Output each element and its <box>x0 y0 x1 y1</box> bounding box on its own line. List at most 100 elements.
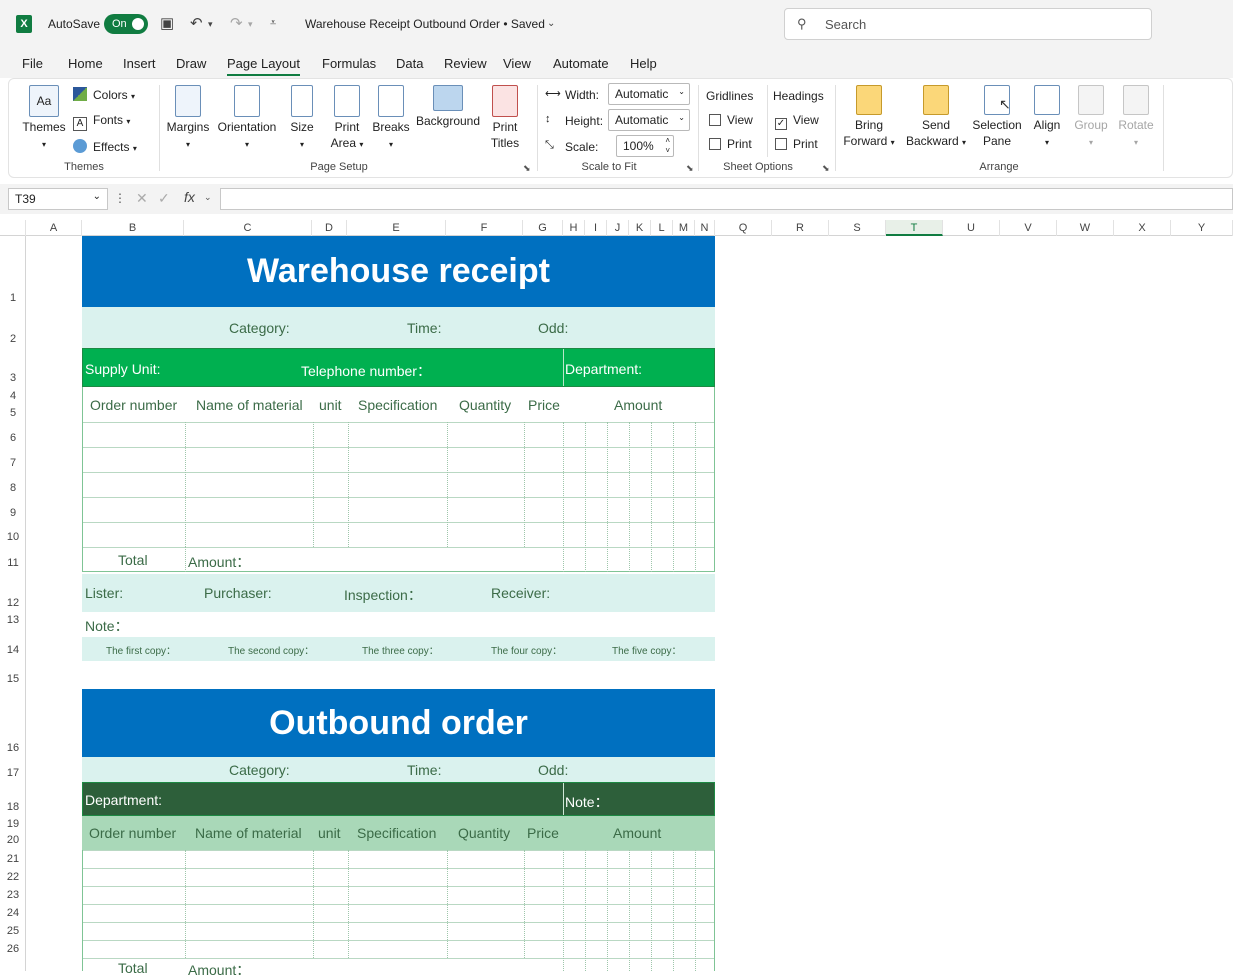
tab-insert[interactable]: Insert <box>123 56 156 71</box>
telephone-label[interactable]: Telephone number： <box>301 361 431 381</box>
row-header[interactable]: 9 <box>0 507 26 519</box>
gridlines-view-checkbox[interactable]: View <box>709 113 753 127</box>
name-box[interactable]: T39 ⌄ <box>8 188 108 210</box>
copy-label[interactable]: The three copy： <box>362 642 439 657</box>
group-button[interactable]: Group ▾ <box>1071 85 1111 151</box>
receipt-note-label[interactable]: Note： <box>85 616 129 636</box>
themes-button[interactable]: Aa Themes ▾ <box>21 85 67 153</box>
print-area-button[interactable]: Print Area ▾ <box>329 85 365 153</box>
formula-input[interactable] <box>220 188 1233 210</box>
insert-function-icon[interactable]: fx <box>184 189 195 205</box>
undo-dropdown-icon[interactable]: ▾ <box>208 19 213 30</box>
column-header[interactable]: W <box>1057 220 1114 236</box>
row-header[interactable]: 14 <box>0 644 26 656</box>
header-specification[interactable]: Specification <box>358 397 437 413</box>
inspection-label[interactable]: Inspection： <box>344 585 422 605</box>
row-header[interactable]: 16 <box>0 742 26 754</box>
width-dropdown[interactable]: Automatic ⌄ <box>608 83 690 105</box>
column-header[interactable]: X <box>1114 220 1171 236</box>
purchaser-label[interactable]: Purchaser: <box>204 585 272 601</box>
tab-data[interactable]: Data <box>396 56 423 71</box>
scale-spinner[interactable]: 100% ˄ ˅ <box>616 135 674 157</box>
more-options-icon[interactable]: ⋮ <box>114 191 126 205</box>
row-header[interactable]: 22 <box>0 871 26 883</box>
header-material-name[interactable]: Name of material <box>195 825 302 841</box>
outbound-time-label[interactable]: Time: <box>407 762 441 778</box>
column-header[interactable]: F <box>446 220 523 236</box>
save-icon[interactable]: ▣ <box>160 14 174 32</box>
size-button[interactable]: Size ▾ <box>287 85 317 153</box>
breaks-button[interactable]: Breaks ▾ <box>371 85 411 153</box>
row-header[interactable]: 1 <box>0 292 26 304</box>
column-header[interactable]: H <box>563 220 585 236</box>
copy-label[interactable]: The five copy： <box>612 642 681 657</box>
orientation-button[interactable]: Orientation ▾ <box>215 85 279 153</box>
bring-forward-button[interactable]: Bring Forward ▾ <box>841 85 897 151</box>
document-title[interactable]: Warehouse Receipt Outbound Order • Saved <box>305 17 545 31</box>
autosave-toggle[interactable]: On <box>104 14 148 34</box>
header-material-name[interactable]: Name of material <box>196 397 303 413</box>
row-header[interactable]: 10 <box>0 531 26 543</box>
header-quantity[interactable]: Quantity <box>459 397 511 413</box>
receiver-label[interactable]: Receiver: <box>491 585 550 601</box>
send-backward-button[interactable]: Send Backward ▾ <box>903 85 969 151</box>
column-header-selected[interactable]: T <box>886 220 943 236</box>
row-header[interactable]: 18 <box>0 801 26 813</box>
tab-automate[interactable]: Automate <box>553 56 609 71</box>
column-header[interactable]: S <box>829 220 886 236</box>
header-price[interactable]: Price <box>528 397 560 413</box>
tab-home[interactable]: Home <box>68 56 103 71</box>
row-header[interactable]: 11 <box>0 557 26 569</box>
header-price[interactable]: Price <box>527 825 559 841</box>
header-amount[interactable]: Amount <box>614 397 662 413</box>
fonts-button[interactable]: A Fonts ▾ <box>73 113 130 131</box>
outbound-department-label[interactable]: Department: <box>85 792 162 808</box>
outbound-data-grid[interactable]: Total Amount： <box>82 850 715 978</box>
header-order-number[interactable]: Order number <box>89 825 176 841</box>
enter-icon[interactable]: ✓ <box>158 190 170 207</box>
sheet-options-launcher-icon[interactable]: ⬊ <box>822 163 830 174</box>
column-header[interactable]: L <box>651 220 673 236</box>
cancel-icon[interactable]: ✕ <box>136 190 148 207</box>
align-button[interactable]: Align ▾ <box>1029 85 1065 151</box>
row-header[interactable]: 26 <box>0 943 26 955</box>
column-header[interactable]: I <box>585 220 607 236</box>
header-quantity[interactable]: Quantity <box>458 825 510 841</box>
receipt-category-label[interactable]: Category: <box>229 320 290 336</box>
row-header[interactable]: 19 <box>0 818 26 830</box>
outbound-category-label[interactable]: Category: <box>229 762 290 778</box>
header-amount[interactable]: Amount <box>613 825 661 841</box>
row-header[interactable]: 13 <box>0 614 26 626</box>
row-header[interactable]: 25 <box>0 925 26 937</box>
colors-button[interactable]: Colors ▾ <box>73 87 135 102</box>
effects-button[interactable]: Effects ▾ <box>73 139 137 154</box>
column-header[interactable]: D <box>312 220 347 236</box>
row-header[interactable]: 7 <box>0 457 26 469</box>
scale-launcher-icon[interactable]: ⬊ <box>686 163 694 174</box>
outbound-odd-label[interactable]: Odd: <box>538 762 568 778</box>
margins-button[interactable]: Margins ▾ <box>165 85 211 153</box>
header-unit[interactable]: unit <box>319 397 342 413</box>
row-header[interactable]: 21 <box>0 853 26 865</box>
selection-pane-button[interactable]: Selection Pane <box>971 85 1023 149</box>
row-header[interactable]: 2 <box>0 333 26 345</box>
column-header[interactable]: M <box>673 220 695 236</box>
row-header[interactable]: 6 <box>0 432 26 444</box>
receipt-amount-label[interactable]: Amount： <box>188 552 250 572</box>
tab-formulas[interactable]: Formulas <box>322 56 376 71</box>
page-setup-launcher-icon[interactable]: ⬊ <box>523 163 531 174</box>
tab-review[interactable]: Review <box>444 56 487 71</box>
column-header[interactable]: Y <box>1171 220 1233 236</box>
rotate-button[interactable]: Rotate ▾ <box>1115 85 1157 151</box>
search-box[interactable]: ⚲ Search <box>784 8 1152 40</box>
tab-help[interactable]: Help <box>630 56 657 71</box>
row-header[interactable]: 3 <box>0 372 26 384</box>
copy-label[interactable]: The four copy： <box>491 642 562 657</box>
column-header[interactable]: C <box>184 220 312 236</box>
row-header[interactable]: 20 <box>0 834 26 846</box>
row-header[interactable]: 5 <box>0 407 26 419</box>
tab-file[interactable]: File <box>22 56 43 71</box>
tab-view[interactable]: View <box>503 56 531 71</box>
receipt-time-label[interactable]: Time: <box>407 320 441 336</box>
height-dropdown[interactable]: Automatic ⌄ <box>608 109 690 131</box>
